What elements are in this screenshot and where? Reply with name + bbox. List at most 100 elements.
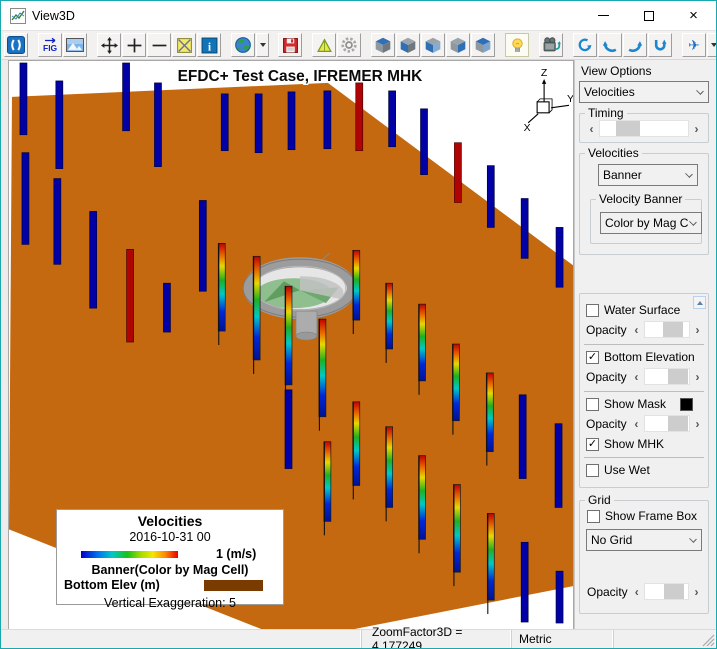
show-mask-row: Show Mask: [586, 397, 705, 411]
mask-color-swatch[interactable]: [680, 397, 694, 411]
picture-icon: [66, 38, 84, 52]
velocity-banner: [520, 198, 529, 259]
timing-left-arrow[interactable]: ‹: [584, 120, 599, 137]
banner-color-select[interactable]: Color by Mag C: [600, 212, 702, 234]
velocity-banner: [126, 248, 134, 343]
opacity-left-arrow[interactable]: ‹: [628, 415, 644, 432]
opacity-left-arrow[interactable]: ‹: [628, 368, 644, 385]
opacity-right-arrow[interactable]: ›: [690, 321, 705, 338]
3d-viewport[interactable]: EFDC+ Test Case, IFREMER MHK Z Y X Veloc…: [8, 60, 574, 630]
opacity-thumb[interactable]: [667, 369, 688, 384]
svg-text:Y: Y: [567, 94, 573, 105]
title-bar: View3D ×: [1, 1, 716, 30]
velocity-banner: [21, 152, 30, 245]
view-front-button[interactable]: [421, 33, 445, 57]
rotate-clockwise-button[interactable]: [623, 33, 647, 57]
timing-track[interactable]: [599, 120, 689, 137]
legend-timestamp: 2016-10-31 00: [129, 530, 211, 544]
info-button[interactable]: i: [197, 33, 221, 57]
save-image-button[interactable]: [63, 33, 87, 57]
zoom-window-button[interactable]: [172, 33, 196, 57]
settings-button[interactable]: [337, 33, 361, 57]
rotate-vertical-button[interactable]: [648, 33, 672, 57]
pan-button[interactable]: [97, 33, 121, 57]
zoom-out-button[interactable]: [147, 33, 171, 57]
divider: [584, 344, 704, 345]
fit-to-window-button[interactable]: [4, 33, 28, 57]
minus-icon: [152, 44, 166, 46]
resize-grip[interactable]: [702, 634, 715, 647]
opacity-right-arrow[interactable]: ›: [690, 368, 705, 385]
rotate-ccw-icon: [602, 41, 617, 52]
rotate-cw-icon: [628, 41, 643, 52]
velocity-banner: [55, 80, 64, 169]
app-icon: [10, 7, 26, 24]
show-mask-opacity: Opacity ‹ ›: [586, 415, 705, 432]
timing-right-arrow[interactable]: ›: [689, 120, 704, 137]
globe-icon: [235, 37, 251, 53]
zoom-box-icon: [176, 37, 192, 53]
arrow-up-icon: [696, 300, 703, 305]
close-button[interactable]: ×: [671, 1, 716, 30]
cube-top-icon: [375, 37, 391, 53]
fly-through-button[interactable]: ✈: [682, 33, 706, 57]
fly-through-dropdown[interactable]: [707, 33, 716, 57]
show-mhk-checkbox[interactable]: ✓: [586, 437, 599, 451]
velocity-banner: [154, 82, 162, 167]
close-icon: ×: [689, 7, 698, 24]
velocity-banner: [318, 318, 327, 431]
opacity-thumb[interactable]: [667, 416, 688, 431]
velocity-colorbar: [81, 550, 178, 558]
show-frame-box-checkbox[interactable]: [587, 509, 600, 523]
lighting-button[interactable]: [505, 33, 529, 57]
velocity-banner: [254, 93, 263, 154]
view-mode-select[interactable]: Velocities: [579, 81, 709, 103]
velocity-banner: [355, 82, 364, 152]
opacity-right-arrow[interactable]: ›: [689, 583, 704, 600]
legend-scale: 1 (m/s): [216, 547, 257, 561]
view-top-button[interactable]: [371, 33, 395, 57]
axis-indicator: Z Y X: [524, 68, 573, 134]
svg-text:Z: Z: [541, 68, 548, 79]
velocity-banner: [19, 62, 28, 136]
view-right-button[interactable]: [446, 33, 470, 57]
bottom-elevation-checkbox[interactable]: ✓: [586, 350, 599, 364]
grid-group: Grid Show Frame Box No Grid Opacity ‹ ›: [579, 493, 709, 614]
scroll-up-button[interactable]: [693, 296, 706, 309]
opacity-right-arrow[interactable]: ›: [690, 415, 705, 432]
globe-button[interactable]: [231, 33, 255, 57]
use-wet-checkbox[interactable]: [586, 463, 599, 477]
velocities-style-select[interactable]: Banner: [598, 164, 698, 186]
zoom-in-button[interactable]: [122, 33, 146, 57]
velocity-banner: [122, 62, 130, 132]
save-button[interactable]: [278, 33, 302, 57]
globe-dropdown[interactable]: [256, 33, 269, 57]
rotate-reset-icon: [578, 38, 592, 52]
maximize-button[interactable]: [626, 1, 671, 30]
velocity-banner: [420, 108, 428, 175]
vertical-exaggeration-button[interactable]: [312, 33, 336, 57]
velocity-banner: [486, 165, 495, 228]
velocities-group: Velocities Banner Velocity Banner Color …: [579, 146, 709, 255]
minimize-button[interactable]: [581, 1, 626, 30]
view-left-button[interactable]: [396, 33, 420, 57]
rotate-reset-button[interactable]: [573, 33, 597, 57]
export-animation-button[interactable]: [539, 33, 563, 57]
show-mask-checkbox[interactable]: [586, 397, 599, 411]
opacity-left-arrow[interactable]: ‹: [628, 321, 644, 338]
view-isometric-button[interactable]: [471, 33, 495, 57]
grid-select[interactable]: No Grid: [586, 529, 702, 551]
legend-bottom-label: Bottom Elev (m): [64, 578, 160, 592]
export-figure-button[interactable]: FIG: [38, 33, 62, 57]
chevron-down-icon: [689, 535, 697, 543]
opacity-thumb[interactable]: [664, 584, 685, 599]
timing-thumb[interactable]: [615, 121, 640, 136]
opacity-left-arrow[interactable]: ‹: [629, 583, 645, 600]
water-surface-checkbox[interactable]: [586, 303, 599, 317]
rotate-counterclockwise-button[interactable]: [598, 33, 622, 57]
maximize-icon: [643, 10, 654, 21]
minimize-icon: [598, 15, 609, 16]
opacity-thumb[interactable]: [663, 322, 684, 337]
light-bulb-icon: [511, 37, 523, 52]
velocity-banner: [284, 389, 293, 469]
